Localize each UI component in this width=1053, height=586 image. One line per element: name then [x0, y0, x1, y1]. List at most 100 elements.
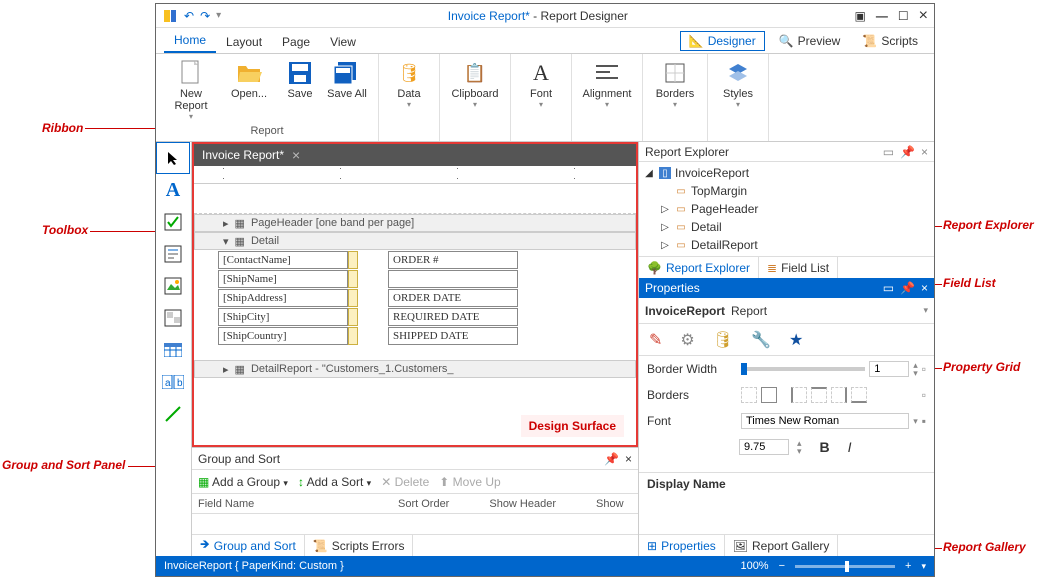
mode-designer[interactable]: 📐Designer: [680, 31, 765, 51]
field-cell[interactable]: [ShipCity]: [218, 308, 348, 326]
tab-properties[interactable]: ⊞Properties: [639, 535, 725, 556]
band-detailreport[interactable]: ▸▦DetailReport - "Customers_1.Customers_: [194, 360, 636, 378]
tab-home[interactable]: Home: [164, 29, 216, 53]
tool-label[interactable]: A: [156, 174, 190, 206]
properties-object-selector[interactable]: InvoiceReport Report ▾: [639, 298, 934, 324]
tool-table[interactable]: [156, 334, 190, 366]
border-bottom-icon[interactable]: [851, 387, 867, 403]
reset-marker-icon[interactable]: ▫: [922, 388, 926, 402]
category-data-icon[interactable]: 🛢: [713, 330, 733, 350]
maximize-icon[interactable]: ☐: [898, 9, 909, 23]
border-left-icon[interactable]: [791, 387, 807, 403]
mode-scripts[interactable]: 📜Scripts: [854, 32, 926, 50]
zoom-slider[interactable]: [795, 565, 895, 568]
new-report-button[interactable]: New Report ▾: [164, 58, 218, 123]
window-icon[interactable]: ▭: [883, 145, 894, 159]
border-top-icon[interactable]: [811, 387, 827, 403]
add-group-button[interactable]: ▦ Add a Group ▾: [198, 475, 288, 489]
field-row[interactable]: [ContactName] ORDER #: [218, 251, 636, 269]
add-sort-button[interactable]: ↕ Add a Sort ▾: [298, 475, 371, 489]
field-cell[interactable]: [ShipName]: [218, 270, 348, 288]
band-detail[interactable]: ▾▦Detail: [194, 232, 636, 250]
border-width-input[interactable]: [869, 361, 909, 377]
tree-item[interactable]: ▷▭DetailReport: [643, 236, 930, 254]
bold-button[interactable]: B: [820, 439, 830, 455]
field-cell[interactable]: [ContactName]: [218, 251, 348, 269]
tool-character-comb[interactable]: ab: [156, 366, 190, 398]
category-behavior-icon[interactable]: ⚙: [680, 330, 694, 350]
field-cell[interactable]: [388, 270, 518, 288]
field-cell[interactable]: REQUIRED DATE: [388, 308, 518, 326]
alignment-button[interactable]: Alignment ▾: [580, 58, 634, 111]
tree-item[interactable]: ▷▭PageHeader: [643, 200, 930, 218]
tab-report-explorer[interactable]: 🌳Report Explorer: [639, 257, 759, 278]
tab-groupsort[interactable]: 🡺Group and Sort: [192, 535, 305, 556]
design-surface[interactable]: · · · ·1 · · · ·2 · · · ·3 · · · ·4 ▸▦Pa…: [194, 166, 636, 445]
tab-page[interactable]: Page: [272, 31, 320, 53]
styles-button[interactable]: Styles ▾: [716, 58, 760, 111]
zoom-in-icon[interactable]: +: [905, 560, 911, 572]
field-cell[interactable]: [ShipCountry]: [218, 327, 348, 345]
field-cell[interactable]: ORDER #: [388, 251, 518, 269]
field-cell[interactable]: ORDER DATE: [388, 289, 518, 307]
border-all-icon[interactable]: [761, 387, 777, 403]
data-button[interactable]: 🛢 Data ▾: [387, 58, 431, 111]
font-name-input[interactable]: [741, 413, 909, 429]
pin-icon[interactable]: 📌: [900, 145, 915, 159]
category-layout-icon[interactable]: 🔧: [751, 330, 771, 350]
field-row[interactable]: [ShipAddress] ORDER DATE: [218, 289, 636, 307]
zoom-dropdown-icon[interactable]: ▾: [921, 561, 926, 572]
minimize-icon[interactable]: —: [876, 9, 888, 23]
field-row[interactable]: [ShipCity] REQUIRED DATE: [218, 308, 636, 326]
tool-line[interactable]: [156, 398, 190, 430]
ribbon-toggle-icon[interactable]: ▣: [855, 9, 866, 23]
tree-item[interactable]: ▷▭Detail: [643, 218, 930, 236]
field-cell[interactable]: SHIPPED DATE: [388, 327, 518, 345]
zoom-out-icon[interactable]: −: [779, 560, 785, 572]
window-icon[interactable]: ▭: [883, 281, 894, 295]
field-cell[interactable]: [ShipAddress]: [218, 289, 348, 307]
border-right-icon[interactable]: [831, 387, 847, 403]
field-row[interactable]: [ShipName]: [218, 270, 636, 288]
close-icon[interactable]: ×: [921, 145, 928, 159]
reset-marker-icon[interactable]: ▫: [922, 362, 926, 376]
undo-icon[interactable]: ↶: [184, 9, 194, 23]
borders-button[interactable]: Borders ▾: [651, 58, 699, 111]
border-width-slider[interactable]: [741, 367, 865, 371]
pin-icon[interactable]: 📌: [900, 281, 915, 295]
tool-checkbox[interactable]: [156, 206, 190, 238]
open-button[interactable]: Open...: [222, 58, 276, 102]
italic-button[interactable]: I: [848, 439, 852, 455]
tool-picture[interactable]: [156, 270, 190, 302]
reset-marker-icon[interactable]: ▪: [922, 414, 926, 428]
save-button[interactable]: Save: [280, 58, 320, 102]
spinner-down-icon[interactable]: ▾: [913, 369, 918, 377]
mode-preview[interactable]: 🔍Preview: [771, 32, 849, 50]
field-row[interactable]: [ShipCountry] SHIPPED DATE: [218, 327, 636, 345]
tab-field-list[interactable]: ≣Field List: [759, 257, 838, 278]
tree-root[interactable]: ◢▯InvoiceReport: [643, 164, 930, 182]
delete-button[interactable]: ✕ Delete: [381, 475, 429, 489]
tab-scripts-errors[interactable]: 📜Scripts Errors: [305, 535, 414, 556]
spinner-down-icon[interactable]: ▾: [797, 447, 802, 455]
band-pageheader[interactable]: ▸▦PageHeader [one band per page]: [194, 214, 636, 232]
font-size-input[interactable]: [739, 439, 789, 455]
tool-panel[interactable]: [156, 302, 190, 334]
close-tab-icon[interactable]: ×: [292, 147, 300, 163]
close-icon[interactable]: ×: [919, 7, 928, 25]
tab-view[interactable]: View: [320, 31, 366, 53]
font-button[interactable]: A Font ▾: [519, 58, 563, 111]
tree-item[interactable]: ▭TopMargin: [643, 182, 930, 200]
close-icon[interactable]: ×: [921, 281, 928, 295]
tool-pointer[interactable]: [156, 142, 190, 174]
save-all-button[interactable]: Save All: [324, 58, 370, 102]
moveup-button[interactable]: ⬆ Move Up: [439, 475, 500, 489]
category-favorite-icon[interactable]: ★: [789, 330, 803, 350]
border-none-icon[interactable]: [741, 387, 757, 403]
category-appearance-icon[interactable]: ✎: [649, 330, 662, 350]
tab-report-gallery[interactable]: 🖼Report Gallery: [725, 535, 839, 556]
chevron-down-icon[interactable]: ▾: [913, 416, 918, 427]
redo-icon[interactable]: ↷: [200, 9, 210, 23]
clipboard-button[interactable]: 📋 Clipboard ▾: [448, 58, 502, 111]
pin-icon[interactable]: 📌: [604, 452, 619, 466]
